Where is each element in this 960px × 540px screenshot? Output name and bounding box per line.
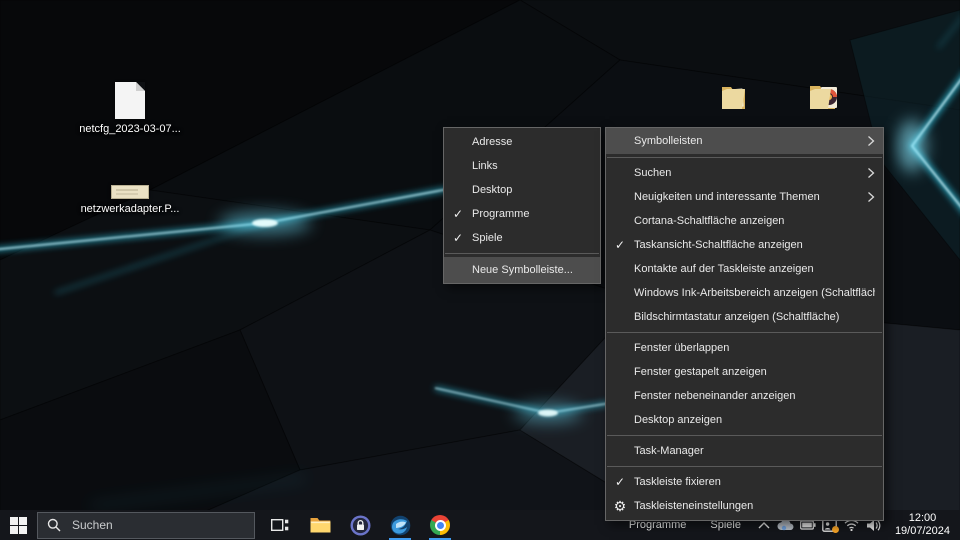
checkmark-icon: ✓	[444, 232, 472, 244]
thunderbird-icon	[390, 515, 411, 536]
clock-time: 12:00	[895, 512, 950, 525]
desktop-icon-netcfg[interactable]: netcfg_2023-03-07...	[85, 82, 175, 135]
menu-item-taskleiste-fixieren[interactable]: ✓ Taskleiste fixieren	[606, 470, 883, 494]
menu-item-fenster-nebeneinander[interactable]: Fenster nebeneinander anzeigen	[606, 384, 883, 408]
menu-separator	[607, 332, 882, 333]
menu-item-label: Adresse	[472, 136, 512, 148]
submenu-arrow-icon	[867, 135, 875, 147]
taskbar-context-menu: Symbolleisten Suchen Neuigkeiten und int…	[605, 127, 884, 521]
windows-desktop: netcfg_2023-03-07... netzwerkadapter.P..…	[0, 0, 960, 540]
menu-item-label: Fenster gestapelt anzeigen	[634, 366, 767, 378]
menu-item-label: Suchen	[634, 167, 671, 179]
menu-item-label: Fenster nebeneinander anzeigen	[634, 390, 795, 402]
lock-icon	[350, 515, 371, 536]
menu-item-label: Fenster überlappen	[634, 342, 729, 354]
menu-item-kontakte[interactable]: Kontakte auf der Taskleiste anzeigen	[606, 257, 883, 281]
menu-item-label: Taskansicht-Schaltfläche anzeigen	[634, 239, 803, 251]
menu-item-label: Windows Ink-Arbeitsbereich anzeigen (Sch…	[634, 287, 875, 299]
menu-item-label: Cortana-Schaltfläche anzeigen	[634, 215, 784, 227]
thunderbird-button[interactable]	[384, 510, 416, 540]
windows-logo-icon	[10, 517, 27, 534]
chrome-icon	[430, 515, 450, 535]
battery-icon	[800, 520, 816, 530]
submenu-arrow-icon	[867, 191, 875, 203]
taskbar-search-box[interactable]	[37, 512, 255, 539]
menu-item-desktop[interactable]: Desktop	[444, 178, 600, 202]
checkmark-icon: ✓	[606, 476, 634, 488]
chevron-up-icon	[758, 522, 770, 529]
menu-item-label: Taskleiste fixieren	[634, 476, 721, 488]
notification-badge	[832, 526, 839, 533]
submenu-arrow-icon	[867, 167, 875, 179]
clock-date: 19/07/2024	[895, 525, 950, 538]
menu-separator	[607, 435, 882, 436]
chrome-button[interactable]	[424, 510, 456, 540]
password-lock-app-button[interactable]	[344, 510, 376, 540]
file-explorer-icon	[310, 516, 331, 534]
menu-item-fenster-gestapelt[interactable]: Fenster gestapelt anzeigen	[606, 360, 883, 384]
menu-item-suchen[interactable]: Suchen	[606, 161, 883, 185]
task-view-button[interactable]	[264, 510, 296, 540]
menu-item-fenster-ueberlappen[interactable]: Fenster überlappen	[606, 336, 883, 360]
task-view-icon	[271, 517, 289, 533]
desktop-icon-label: netcfg_2023-03-07...	[79, 123, 181, 135]
menu-item-label: Desktop	[472, 184, 512, 196]
menu-item-label: Programme	[472, 208, 529, 220]
checkmark-icon: ✓	[606, 239, 634, 251]
document-icon	[115, 82, 145, 119]
menu-item-label: Task-Manager	[634, 445, 704, 457]
menu-separator	[607, 157, 882, 158]
desktop-icon-folder-2[interactable]	[781, 82, 871, 111]
gear-icon: ⚙	[606, 499, 634, 513]
image-thumbnail-icon	[111, 185, 149, 199]
menu-item-label: Taskleisteneinstellungen	[634, 500, 753, 512]
menu-item-bildschirmtastatur[interactable]: Bildschirmtastatur anzeigen (Schaltfläch…	[606, 305, 883, 329]
desktop-icon-netzwerkadapter[interactable]: netzwerkadapter.P...	[85, 185, 175, 215]
menu-item-label: Kontakte auf der Taskleiste anzeigen	[634, 263, 814, 275]
menu-item-neue-symbolleiste[interactable]: Neue Symbolleiste...	[444, 257, 600, 283]
menu-item-label: Neue Symbolleiste...	[472, 264, 573, 276]
menu-item-windows-ink[interactable]: Windows Ink-Arbeitsbereich anzeigen (Sch…	[606, 281, 883, 305]
checkmark-icon: ✓	[444, 208, 472, 220]
menu-item-links[interactable]: Links	[444, 154, 600, 178]
menu-separator	[607, 466, 882, 467]
desktop-icon-label: netzwerkadapter.P...	[81, 203, 180, 215]
menu-item-label: Desktop anzeigen	[634, 414, 722, 426]
menu-item-task-manager[interactable]: Task-Manager	[606, 439, 883, 463]
menu-item-desktop-anzeigen[interactable]: Desktop anzeigen	[606, 408, 883, 432]
menu-item-label: Spiele	[472, 232, 503, 244]
menu-item-neuigkeiten[interactable]: Neuigkeiten und interessante Themen	[606, 185, 883, 209]
menu-item-label: Bildschirmtastatur anzeigen (Schaltfläch…	[634, 311, 839, 323]
menu-item-programme[interactable]: ✓ Programme	[444, 202, 600, 226]
search-input[interactable]	[70, 517, 220, 533]
start-button[interactable]	[0, 510, 36, 540]
folder-with-media-icon	[809, 82, 843, 111]
file-explorer-button[interactable]	[304, 510, 336, 540]
menu-item-taskansicht[interactable]: ✓ Taskansicht-Schaltfläche anzeigen	[606, 233, 883, 257]
folder-with-documents-icon	[721, 83, 753, 111]
toolbars-submenu: Adresse Links Desktop ✓ Programme ✓ Spie…	[443, 127, 601, 284]
desktop-icon-folder-1[interactable]	[692, 83, 782, 111]
menu-item-label: Neuigkeiten und interessante Themen	[634, 191, 820, 203]
menu-item-label: Symbolleisten	[634, 135, 702, 147]
menu-item-cortana[interactable]: Cortana-Schaltfläche anzeigen	[606, 209, 883, 233]
menu-item-symbolleisten[interactable]: Symbolleisten	[606, 128, 883, 154]
menu-item-spiele[interactable]: ✓ Spiele	[444, 226, 600, 250]
menu-item-label: Links	[472, 160, 498, 172]
search-icon	[47, 518, 61, 532]
taskbar-clock[interactable]: 12:00 19/07/2024	[891, 512, 954, 538]
menu-item-adresse[interactable]: Adresse	[444, 130, 600, 154]
menu-separator	[445, 253, 599, 254]
menu-item-taskleisteneinstellungen[interactable]: ⚙ Taskleisteneinstellungen	[606, 494, 883, 518]
